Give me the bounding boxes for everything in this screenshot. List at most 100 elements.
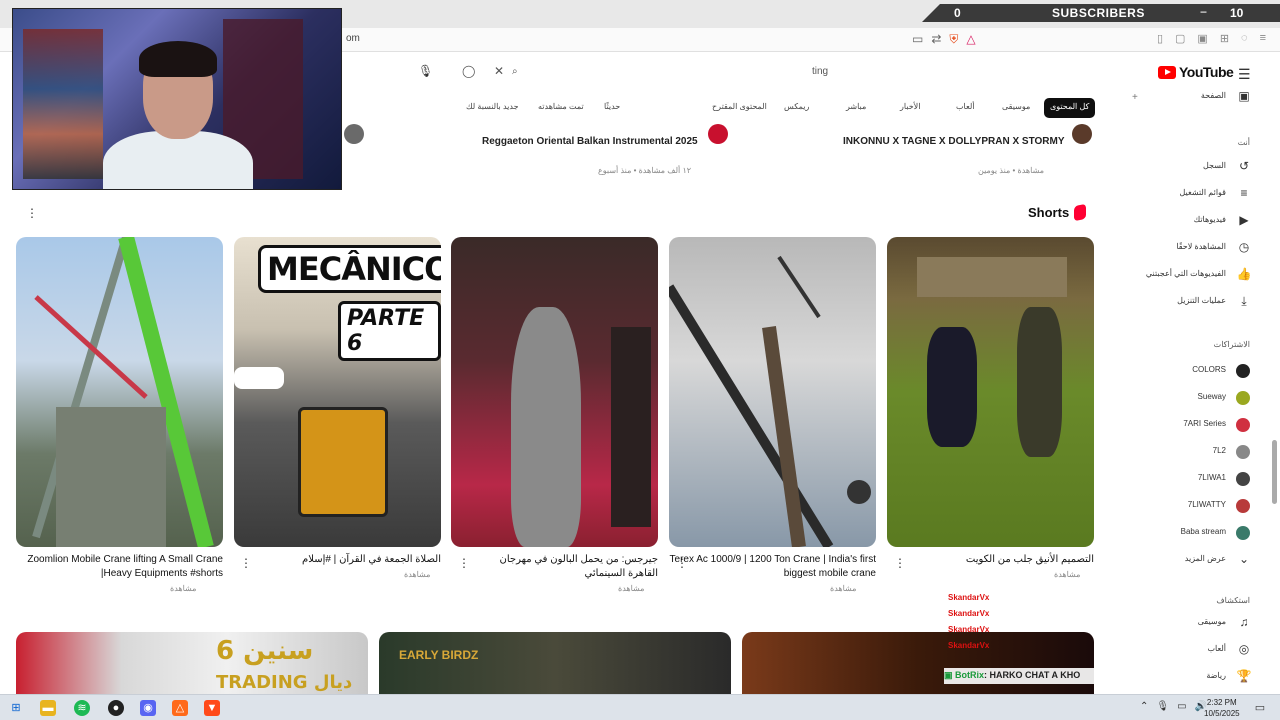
profile-icon[interactable]: ◌ [1241, 32, 1248, 45]
sidebar: الصفحة ▣ أنت السجل ↺ قوائم التشغيل ≡ فيد… [1100, 86, 1280, 692]
cast-icon[interactable]: ◯ [462, 64, 475, 78]
sidebar-item-playlists[interactable]: قوائم التشغيل ≡ [1100, 183, 1260, 207]
short-more-icon[interactable]: ⋮ [894, 556, 906, 570]
chevron-up-icon[interactable]: ⌃ [1140, 701, 1148, 712]
sidebar-item-sub[interactable]: 7L2 [1100, 441, 1260, 465]
network-icon[interactable]: ▭ [1177, 701, 1186, 712]
sidebar-label: المشاهدة لاحقًا [1176, 242, 1226, 251]
chip-6[interactable]: المحتوى المقترح [706, 98, 773, 118]
chip-9[interactable]: جديد بالنسبة لك [460, 98, 525, 118]
obs-icon[interactable]: ● [108, 700, 124, 716]
sidebar-label: السجل [1202, 161, 1226, 170]
sidebar-section-you: أنت [1237, 138, 1250, 147]
short-thumbnail[interactable] [887, 237, 1094, 547]
channel-avatar [1236, 472, 1250, 486]
subscriber-goal: 10 [1230, 6, 1244, 20]
sidebar-item-sub[interactable]: 7LIWA1 [1100, 468, 1260, 492]
video-thumbnail[interactable]: EARLY BIRDZ [379, 632, 731, 694]
chip-0-active[interactable]: كل المحتوى [1044, 98, 1096, 118]
short-more-icon[interactable]: ⋮ [458, 556, 470, 570]
sidebar-item-downloads[interactable]: عمليات التنزيل ⤓ [1100, 291, 1260, 315]
microphone-icon[interactable]: 🎙 [418, 64, 433, 78]
thumbnail-text: 6 سنين [216, 636, 314, 666]
sidebar-item-sub[interactable]: 7ARI Series [1100, 414, 1260, 438]
sidebar-item-watch-later[interactable]: المشاهدة لاحقًا ◷ [1100, 237, 1260, 261]
extensions-icon[interactable]: ⊞ [1220, 32, 1229, 45]
video-title[interactable]: INKONNU X TAGNE X DOLLYPRAN X STORMY [843, 136, 1065, 147]
brave-icon[interactable]: ▼ [204, 700, 220, 716]
channel-avatar[interactable] [1072, 124, 1092, 144]
chip-4[interactable]: مباشر [840, 98, 872, 118]
video-title[interactable]: Reggaeton Oriental Balkan Instrumental 2… [482, 136, 698, 147]
reading-list-icon[interactable]: ▣ [1197, 32, 1207, 45]
sidebar-item-sub[interactable]: Sueway [1100, 387, 1260, 411]
crane-illustration [669, 255, 871, 547]
sidebar-item-your-videos[interactable]: فيديوهاتك ▶ [1100, 210, 1260, 234]
hamburger-menu-icon[interactable]: ☰ [1238, 66, 1251, 83]
short-title[interactable]: التصميم الأنيق جلب من الكويت [910, 553, 1094, 567]
sidebar-item-gaming[interactable]: ألعاب ◎ [1100, 639, 1260, 663]
windows-start-icon[interactable]: ⊞ [8, 700, 24, 716]
sidebar-label: عمليات التنزيل [1177, 296, 1226, 305]
sidebar-toggle-icon[interactable]: ▯ [1157, 32, 1163, 45]
notification-icon[interactable]: ▭ [1252, 700, 1268, 716]
video-thumbnail[interactable]: 6 سنين TRADING ديال [16, 632, 368, 694]
sidebar-item-sports[interactable]: رياضة 🏆 [1100, 666, 1260, 690]
brave-rewards-icon[interactable]: △ [966, 32, 975, 47]
video-meta: مشاهدة • منذ يومين [978, 166, 1044, 175]
extension-icons: ▭ ⇄ ⛨ △ [912, 32, 976, 47]
tab-icon[interactable]: ▭ [912, 32, 923, 47]
page-scrollbar[interactable] [1272, 440, 1277, 504]
sidebar-item-sub[interactable]: Baba stream [1100, 522, 1260, 546]
chip-2[interactable]: ألعاب [950, 98, 981, 118]
short-title[interactable]: جيرجس: من يحمل البالون في مهرجان القاهرة… [486, 553, 659, 581]
menu-icon[interactable]: ≡ [1260, 32, 1266, 45]
sidebar-item-home[interactable]: الصفحة ▣ [1100, 86, 1260, 110]
clock-date: 10/5/2025 [1204, 709, 1240, 718]
sidebar-label: الصفحة [1200, 91, 1226, 100]
vehicle-illustration [298, 407, 388, 517]
shorts-more-icon[interactable]: ⋮ [26, 206, 38, 220]
file-explorer-icon[interactable]: ▬ [40, 700, 56, 716]
sidebar-item-sub[interactable]: COLORS [1100, 360, 1260, 384]
chip-8[interactable]: تمت مشاهدته [532, 98, 590, 118]
short-title[interactable]: Terex Ac 1000/9 | 1200 Ton Crane | India… [669, 553, 876, 581]
short-thumbnail[interactable]: MECÂNICO PARTE 6 [234, 237, 441, 547]
spotify-icon[interactable]: ≋ [74, 700, 90, 716]
channel-avatar[interactable] [708, 124, 728, 144]
short-meta: مشاهدة [404, 570, 431, 579]
sidebar-item-sub[interactable]: 7LIWATTY [1100, 495, 1260, 519]
chip-3[interactable]: الأخبار [894, 98, 926, 118]
sidebar-show-more[interactable]: عرض المزيد ⌄ [1100, 549, 1260, 573]
search-input[interactable]: ⌕ ting [510, 62, 850, 84]
microphone-tray-icon[interactable]: 🎙 [1156, 701, 1169, 712]
sidebar-item-liked[interactable]: الفيديوهات التي أعجبتني 👍 [1100, 264, 1260, 288]
chip-7[interactable]: حديثًا [598, 98, 626, 118]
cam-shelf [23, 29, 103, 179]
car-illustration [234, 367, 284, 389]
sidebar-section-subscriptions: الاشتراكات [1213, 340, 1250, 349]
wallet-icon[interactable]: ▢ [1175, 32, 1185, 45]
short-title[interactable]: الصلاة الجمعة في القرآن | #إسلام [234, 553, 441, 567]
clear-search-icon[interactable]: ✕ [494, 64, 504, 78]
short-thumbnail[interactable] [16, 237, 223, 547]
youtube-logo[interactable]: YouTube [1158, 64, 1234, 80]
clock-icon: ◷ [1238, 240, 1250, 254]
brave-shield-icon[interactable]: ⛨ [949, 32, 958, 47]
short-thumbnail[interactable] [669, 237, 876, 547]
windows-taskbar: ⊞ ▬ ≋ ● ◉ △ ▼ ⌃ 🎙 ▭ 🔊 2:32 PM 10/5/2025 … [0, 694, 1280, 720]
clock[interactable]: 2:32 PM 10/5/2025 [1204, 697, 1240, 719]
chip-1[interactable]: موسيقى [996, 98, 1036, 118]
app-icon[interactable]: △ [172, 700, 188, 716]
short-thumbnail[interactable] [451, 237, 658, 547]
channel-avatar[interactable] [344, 124, 364, 144]
video-thumbnail[interactable] [742, 632, 1094, 694]
chip-5[interactable]: ريمكس [778, 98, 815, 118]
sidebar-item-music[interactable]: موسيقى ♫ [1100, 612, 1260, 636]
sidebar-item-history[interactable]: السجل ↺ [1100, 156, 1260, 180]
short-title[interactable]: Zoomlion Mobile Crane lifting A Small Cr… [16, 553, 223, 581]
translate-icon[interactable]: ⇄ [931, 32, 941, 47]
discord-icon[interactable]: ◉ [140, 700, 156, 716]
channel-avatar [1236, 526, 1250, 540]
subscriptions-icon: ▣ [1238, 89, 1250, 103]
